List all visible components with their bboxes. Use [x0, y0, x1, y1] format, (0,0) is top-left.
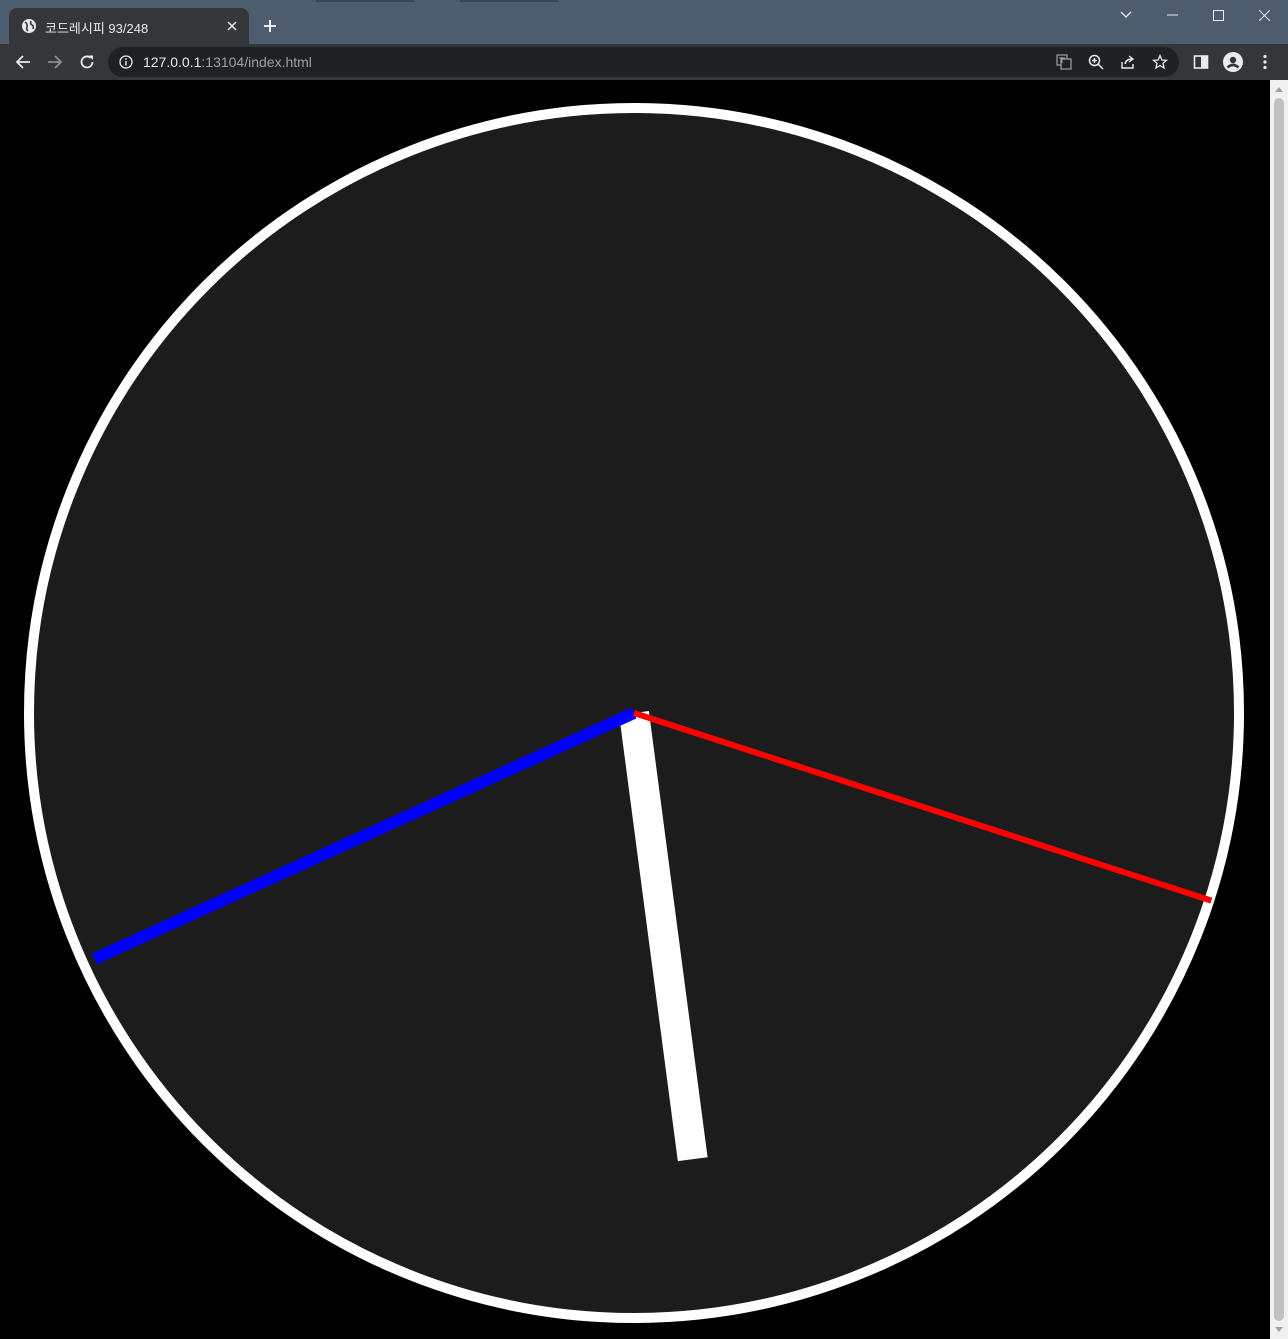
active-tab[interactable]: 코드레시피 93/248	[9, 8, 249, 44]
vertical-scrollbar[interactable]	[1270, 80, 1288, 1339]
side-panel-icon[interactable]	[1189, 50, 1213, 74]
url-path: :13104/index.html	[201, 54, 312, 70]
tab-title: 코드레시피 93/248	[45, 21, 149, 36]
info-icon[interactable]	[118, 54, 134, 70]
arrow-right-icon[interactable]	[43, 50, 67, 74]
window-close-icon[interactable]	[1241, 0, 1287, 30]
globe-icon	[21, 18, 37, 34]
star-icon[interactable]	[1149, 51, 1171, 73]
title-bar: 코드레시피 93/248	[0, 0, 1288, 44]
page-viewport	[0, 80, 1270, 1339]
minimize-icon[interactable]	[1149, 0, 1195, 30]
tab-strip-shade	[460, 0, 558, 2]
arrow-left-icon[interactable]	[11, 50, 35, 74]
address-bar[interactable]: 127.0.0.1:13104/index.html	[108, 47, 1179, 77]
translate-icon[interactable]	[1053, 51, 1075, 73]
clock-canvas	[24, 103, 1244, 1323]
scroll-down-arrow-icon[interactable]	[1270, 1323, 1288, 1337]
tab-search-chevron-down-icon[interactable]	[1103, 0, 1149, 30]
tab-strip-shade	[316, 0, 414, 2]
plus-icon[interactable]	[258, 14, 282, 38]
scroll-up-arrow-icon[interactable]	[1270, 82, 1288, 96]
browser-toolbar: 127.0.0.1:13104/index.html	[0, 44, 1288, 80]
close-icon[interactable]	[223, 17, 241, 35]
kebab-menu-icon[interactable]	[1253, 50, 1277, 74]
url-host: 127.0.0.1	[143, 54, 202, 70]
maximize-icon[interactable]	[1195, 0, 1241, 30]
share-icon[interactable]	[1117, 51, 1139, 73]
reload-icon[interactable]	[75, 50, 99, 74]
zoom-icon[interactable]	[1085, 51, 1107, 73]
scrollbar-thumb[interactable]	[1274, 98, 1284, 1321]
url-text[interactable]: 127.0.0.1:13104/index.html	[143, 54, 312, 70]
profile-icon[interactable]	[1221, 50, 1245, 74]
